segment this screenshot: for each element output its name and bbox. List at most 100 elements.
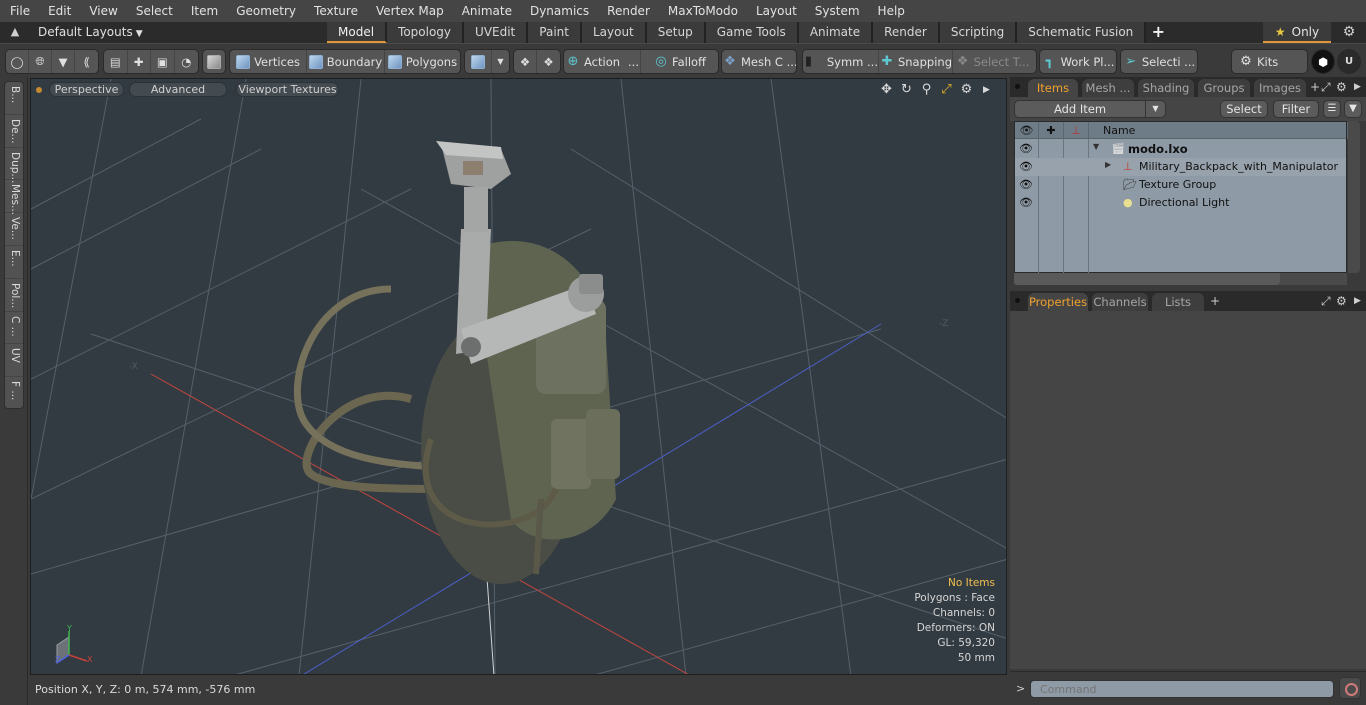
menu-maxtomodo[interactable]: MaxToModo: [658, 0, 746, 22]
tab-scripting[interactable]: Scripting: [939, 22, 1018, 43]
vtab-curve[interactable]: C ...: [5, 312, 23, 345]
world-transform-icon[interactable]: ❖: [514, 50, 538, 73]
menu-select[interactable]: Select: [126, 0, 181, 22]
add-item-button[interactable]: Add Item ▼: [1014, 100, 1166, 118]
tab-items[interactable]: Items: [1028, 79, 1078, 97]
menu-render[interactable]: Render: [597, 0, 658, 22]
tab-mesh[interactable]: Mesh ...: [1082, 79, 1134, 97]
only-toggle[interactable]: ★ Only: [1263, 22, 1331, 43]
backpack-model[interactable]: [293, 141, 620, 584]
tree-row-scene[interactable]: 👁︎ ▼ 🎬︎ modo.lxo: [1015, 140, 1346, 158]
polygons-button[interactable]: Polygons: [385, 50, 460, 73]
fit-view-icon[interactable]: ⤢: [939, 82, 954, 98]
menu-help[interactable]: Help: [868, 0, 913, 22]
zoom-icon[interactable]: ⚲: [919, 82, 934, 98]
snapping-button[interactable]: ✚ Snapping: [879, 50, 953, 73]
gear-icon[interactable]: ⚙: [1340, 24, 1358, 42]
menu-view[interactable]: View: [79, 0, 125, 22]
vtab-basic[interactable]: B...: [5, 82, 23, 115]
record-macro-icon[interactable]: [1339, 677, 1361, 699]
vtab-vertex[interactable]: Ve...: [5, 213, 23, 246]
viewport-menu-dot[interactable]: [36, 87, 42, 93]
tree-row-light[interactable]: 👁︎ ● Directional Light: [1015, 194, 1346, 212]
shading-dropdown[interactable]: Advanced: [129, 82, 227, 97]
menu-file[interactable]: File: [0, 0, 38, 22]
pen-tool-icon[interactable]: ▼: [52, 50, 76, 73]
unreal-button[interactable]: U: [1337, 49, 1361, 74]
panel-gear-icon[interactable]: ⚙: [1336, 293, 1347, 309]
add-tab-icon[interactable]: +: [1210, 293, 1220, 309]
menu-vertex-map[interactable]: Vertex Map: [366, 0, 452, 22]
menu-geometry[interactable]: Geometry: [226, 0, 304, 22]
sphere-tool-icon[interactable]: ◯: [6, 50, 30, 73]
frame-circle-icon[interactable]: ▣: [151, 50, 175, 73]
eye-icon[interactable]: 👁︎: [1019, 196, 1033, 209]
selection-sets-button[interactable]: ➢ Selecti ...: [1121, 50, 1197, 73]
tab-game-tools[interactable]: Game Tools: [705, 22, 799, 43]
add-item-dropdown-icon[interactable]: ▼: [1145, 101, 1165, 117]
unity-button[interactable]: ⬢: [1311, 49, 1335, 74]
cross-grid-icon[interactable]: ✚: [128, 50, 151, 73]
3d-viewport[interactable]: -X -Z Y X Z Perspective Advanced Viewpor…: [30, 78, 1007, 675]
view-mode-dropdown[interactable]: Perspective: [49, 82, 124, 97]
eye-icon[interactable]: 👁︎: [1019, 160, 1033, 173]
tree-vertical-scrollbar[interactable]: [1348, 121, 1360, 273]
name-column-header[interactable]: Name: [1089, 122, 1348, 139]
action-center-button[interactable]: ⊕ Action...: [564, 50, 641, 73]
item-mode-button[interactable]: [203, 50, 225, 73]
vtab-fusion[interactable]: F ...: [5, 377, 23, 410]
add-tab-icon[interactable]: +: [1146, 22, 1170, 43]
command-input[interactable]: [1030, 680, 1334, 698]
tab-shading[interactable]: Shading: [1138, 79, 1194, 97]
globe-tool-icon[interactable]: 🌐︎: [29, 50, 53, 73]
menu-system[interactable]: System: [805, 0, 868, 22]
type-column-icon[interactable]: ⊥: [1064, 122, 1089, 139]
tree-row-texture-group[interactable]: 👁︎ 📂︎ Texture Group: [1015, 176, 1346, 194]
maximize-icon[interactable]: ⤢: [1321, 293, 1331, 309]
tab-lists[interactable]: Lists: [1152, 293, 1204, 311]
tab-animate[interactable]: Animate: [798, 22, 874, 43]
falloff-button[interactable]: ◎ Falloff: [641, 50, 718, 73]
menu-texture[interactable]: Texture: [304, 0, 366, 22]
expand-right-icon[interactable]: ▶: [1105, 160, 1111, 169]
menu-layout[interactable]: Layout: [746, 0, 805, 22]
menu-edit[interactable]: Edit: [38, 0, 79, 22]
tab-uvedit[interactable]: UVEdit: [464, 22, 529, 43]
tab-model[interactable]: Model: [327, 22, 388, 43]
tab-setup[interactable]: Setup: [646, 22, 706, 43]
list-options-icon[interactable]: ☰: [1323, 100, 1341, 118]
add-tab-icon[interactable]: +: [1310, 79, 1320, 95]
vertices-button[interactable]: Vertices: [230, 50, 307, 73]
eye-icon[interactable]: 👁︎: [1019, 178, 1033, 191]
material-dropdown[interactable]: ▼: [492, 50, 509, 73]
vtab-edge[interactable]: E...: [5, 246, 23, 279]
menu-item[interactable]: Item: [181, 0, 226, 22]
vtab-duplicate[interactable]: Dup...: [5, 148, 23, 183]
curve-tool-icon[interactable]: ⟪: [75, 50, 98, 73]
tab-render[interactable]: Render: [873, 22, 940, 43]
mesh-cleanup-button[interactable]: ❖ Mesh C ...: [722, 50, 796, 73]
vtab-mesh-edit[interactable]: Mes...: [5, 180, 23, 215]
viewport-expand-arrow-icon[interactable]: ▶: [979, 82, 994, 98]
menu-animate[interactable]: Animate: [452, 0, 520, 22]
tree-horizontal-scrollbar[interactable]: [1014, 273, 1347, 285]
panel-menu-dot[interactable]: [1015, 298, 1020, 303]
lock-column-icon[interactable]: ✚: [1039, 122, 1064, 139]
material-mode-button[interactable]: [465, 50, 492, 73]
viewport-gear-icon[interactable]: ⚙: [959, 82, 974, 98]
layouts-dropdown[interactable]: Default Layouts ▼: [38, 22, 143, 43]
panel-menu-dot[interactable]: [1015, 84, 1020, 89]
scrollbar-thumb[interactable]: [1014, 273, 1280, 285]
kits-button[interactable]: ⚙ Kits: [1232, 50, 1307, 73]
tab-images[interactable]: Images: [1254, 79, 1306, 97]
work-plane-button[interactable]: ┓ Work Pl...: [1040, 50, 1116, 73]
tab-paint[interactable]: Paint: [528, 22, 582, 43]
tab-channels[interactable]: Channels: [1092, 293, 1148, 311]
symmetry-button[interactable]: ▮ Symm ...: [803, 50, 879, 73]
panel-gear-icon[interactable]: ⚙: [1336, 79, 1347, 95]
visibility-column-icon[interactable]: 👁︎: [1015, 122, 1039, 139]
maximize-icon[interactable]: ⤢: [1321, 79, 1331, 95]
rotate-icon[interactable]: ↻: [899, 82, 914, 98]
eye-icon[interactable]: 👁︎: [1019, 142, 1033, 155]
viewport-textures-dropdown[interactable]: Viewport Textures: [236, 82, 339, 97]
